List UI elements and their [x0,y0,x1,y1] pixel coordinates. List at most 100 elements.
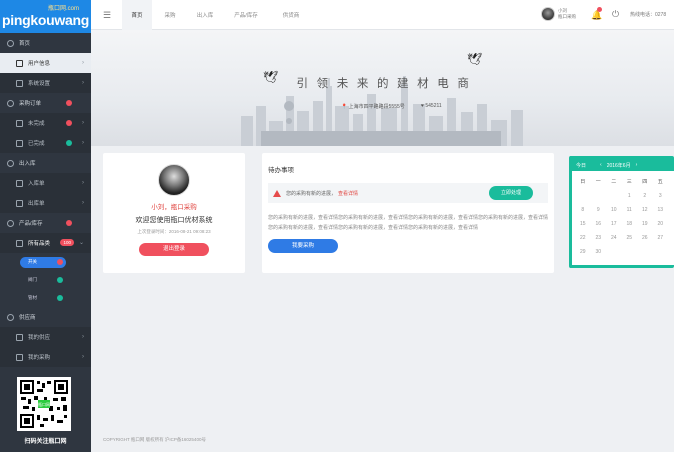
calendar-day[interactable]: 19 [637,217,653,231]
calendar-day[interactable]: 17 [606,217,622,231]
tab-inout[interactable]: 出入库 [188,0,222,30]
address-text: 上海市四平路路段5555号 [348,104,405,110]
calendar-day[interactable]: 12 [637,203,653,217]
calendar-day[interactable]: 29 [575,245,591,259]
sidebar-item-unfinished[interactable]: 未完成 › [0,113,91,133]
sidebar-item-outbound[interactable]: 出库单 › [0,193,91,213]
sidebar-item-label: 未完成 [28,121,45,127]
calendar-spacer [668,175,674,189]
sidebar-item-categories[interactable]: 所有品类 100 ⌄ [0,233,91,253]
chevron-right-icon[interactable]: › [636,162,638,168]
sidebar-item-user-info[interactable]: 用户信息 › [0,53,91,73]
calendar-spacer [668,231,674,245]
menu-icon[interactable]: ☰ [103,10,111,21]
sidebar-item-settings[interactable]: 系统设置 › [0,73,91,93]
user-icon [16,59,23,67]
sidebar-item-label: 我的供应 [28,335,51,341]
footer: COPYRIGHT 瓶口网 版权所有 沪ICP备16025400号 [103,437,206,442]
calendar-day[interactable]: 3 [653,189,669,203]
grid-icon [16,239,23,247]
tab-purchase[interactable]: 采购 [154,0,186,30]
tab-suppliers[interactable]: 供货商 [272,0,310,30]
chip-label: 阀门 [28,277,37,282]
calendar-weekday: 日 [580,179,586,185]
sidebar-item-my-supply[interactable]: 我的供应 › [0,327,91,347]
calendar-today[interactable]: 今日 [576,162,586,169]
sidebar-item-my-purchase[interactable]: 我的采购 › [0,347,91,367]
sidebar-item-label: 出库单 [28,201,45,207]
chevron-right-icon: › [82,140,84,146]
calendar-day[interactable]: 16 [591,217,607,231]
category-chip-valve[interactable]: 阀门 [20,275,66,286]
power-icon[interactable]: ⏻ [612,9,619,20]
sidebar-item-inbound[interactable]: 入库单 › [0,173,91,193]
banner-phone: ♥ 545211 [421,103,442,109]
calendar-day[interactable]: 9 [591,203,607,217]
chip-badge [57,277,63,283]
calendar-day[interactable]: 27 [653,231,669,245]
category-chip-switch[interactable]: 开关 [20,256,66,268]
calendar: 今日 ‹ 2016年6月 › 日一二三四五 1 2 3 8 9 10 11 12 13 15 16 17… [569,156,674,268]
calendar-day[interactable]: 11 [622,203,638,217]
calendar-day[interactable]: 30 [591,245,607,259]
chevron-right-icon: › [82,200,84,206]
tab-label: 供货商 [282,13,300,19]
buy-button[interactable]: 我要采购 [268,239,338,253]
supplier-icon [7,313,14,321]
user-menu[interactable]: 小刘 瓶口采购 [541,7,576,21]
sidebar-item-finished[interactable]: 已完成 › [0,133,91,153]
logout-button[interactable]: 退出登录 [139,243,209,256]
sidebar-item-home[interactable]: 首页 [0,33,91,53]
sidebar-item-suppliers[interactable]: 供应商 [0,307,91,327]
calendar-day[interactable]: 15 [575,217,591,231]
warning-icon [273,189,281,197]
calendar-day[interactable]: 24 [606,231,622,245]
sidebar-item-label: 供应商 [19,315,36,321]
calendar-day[interactable]: 13 [653,203,669,217]
alert-link[interactable]: 查看详情 [338,190,358,197]
qr-caption: 扫码关注瓶口网 [24,439,67,445]
tab-products[interactable]: 产品/库存 [224,0,268,30]
calendar-day[interactable]: 26 [637,231,653,245]
welcome-text: 欢迎您使用瓶口优材系统 [135,217,213,224]
sidebar-item-products[interactable]: 产品/库存 [0,213,91,233]
tab-label: 出入库 [196,13,214,19]
calendar-day[interactable]: 8 [575,203,591,217]
chip-badge [57,295,63,301]
order-icon [7,99,14,107]
tab-home[interactable]: 首页 [122,0,152,30]
chip-label: 开关 [28,259,37,264]
logo[interactable]: 瓶口网.com pingkouwang [0,0,91,33]
todo-body: 您的采购有新的进展，查看详情您的采购有新的进展，查看详情您的采购有新的进展，查看… [268,215,549,231]
calendar-day[interactable]: 18 [622,217,638,231]
clock-icon [16,119,23,127]
calendar-day[interactable]: 25 [622,231,638,245]
user-icon [16,333,23,341]
alert-text: 您的采购有新的进展， [286,190,337,197]
calendar-day[interactable]: 22 [575,231,591,245]
todo-title: 待办事项 [268,167,294,174]
banner-address: 📍 上海市四平路路段5555号 [341,103,405,110]
calendar-day[interactable]: 23 [591,231,607,245]
calendar-day[interactable]: 1 [622,189,638,203]
calendar-day[interactable]: 20 [653,217,669,231]
calendar-day[interactable]: 2 [637,189,653,203]
calendar-day [575,189,591,203]
sidebar-item-orders[interactable]: 采购订单 [0,93,91,113]
qr-code-image: 瓶口网 [20,380,68,428]
inbound-icon [16,179,23,187]
check-icon [16,139,23,147]
heart-icon: ♥ [421,103,424,109]
notification-badge [66,140,72,146]
chevron-left-icon[interactable]: ‹ [600,162,602,168]
handle-now-button[interactable]: 立即处理 [489,186,533,200]
sidebar: 瓶口网.com pingkouwang 首页 用户信息 › 系统设置 › 采购订单 … [0,0,91,452]
calendar-day[interactable]: 10 [606,203,622,217]
cart-icon [16,353,23,361]
qr-code: 瓶口网 [17,377,71,431]
category-chip-pipe[interactable]: 管材 [20,293,66,304]
sidebar-item-inout[interactable]: 出入库 [0,153,91,173]
sidebar-item-label: 采购订单 [19,101,42,107]
phone-text: 545211 [425,103,442,109]
last-login: 上次登录时间：2016-08-21 09:08:23 [137,229,211,234]
